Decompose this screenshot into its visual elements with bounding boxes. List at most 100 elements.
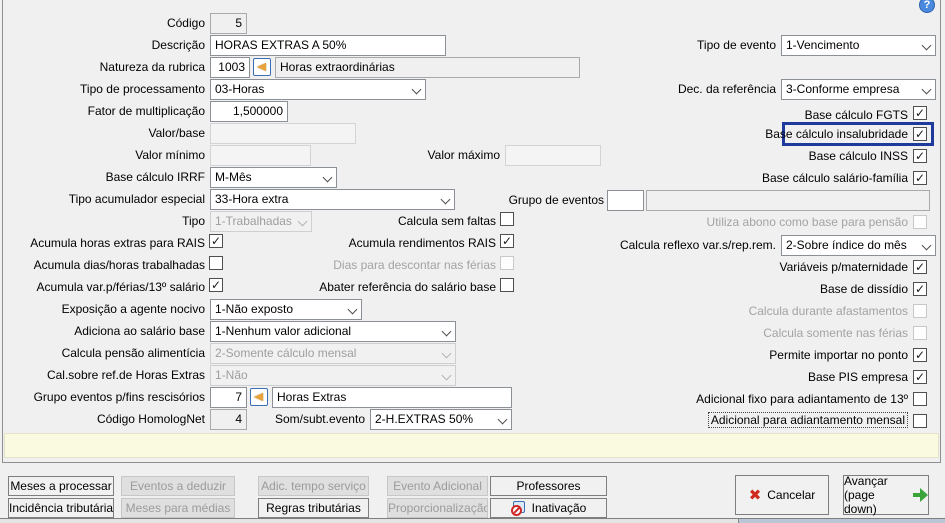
- dias-descontar-ferias-label: Dias para descontar nas férias: [333, 258, 496, 272]
- meses-para-medias-button: Meses para médias: [121, 498, 235, 518]
- codigo-homolognet-label: Código HomologNet: [96, 412, 205, 426]
- calcula-sem-faltas-checkbox[interactable]: [500, 212, 514, 226]
- dec-referencia-select[interactable]: 3-Conforme empresa: [781, 79, 936, 100]
- chevron-down-icon: [921, 84, 932, 95]
- calcula-afastamentos-checkbox: [913, 304, 927, 318]
- grupo-eventos-rescisorios-lookup-button[interactable]: [250, 388, 268, 406]
- tipo-processamento-label: Tipo de processamento: [80, 82, 205, 96]
- acumula-rendimentos-rais-checkbox[interactable]: ✓: [500, 234, 514, 248]
- regras-tributarias-button[interactable]: Regras tributárias: [258, 498, 369, 518]
- natureza-rubrica-description-field: Horas extraordinárias: [275, 57, 580, 78]
- help-icon[interactable]: ?: [919, 0, 935, 13]
- base-calculo-irrf-label: Base cálculo IRRF: [105, 170, 205, 184]
- base-dissidio-label: Base de dissídio: [819, 282, 908, 296]
- tipo-select: 1-Trabalhadas: [210, 211, 312, 232]
- pointing-hand-icon: [257, 63, 266, 71]
- acumula-var-ferias-13-checkbox[interactable]: ✓: [209, 278, 223, 292]
- abater-referencia-label: Abater referência do salário base: [319, 280, 496, 294]
- base-calculo-fgts-label: Base cálculo FGTS: [804, 108, 908, 122]
- calcula-afastamentos-label: Calcula durante afastamentos: [748, 304, 908, 318]
- base-calculo-inss-checkbox[interactable]: ✓: [913, 149, 927, 163]
- inativacao-button[interactable]: Inativação: [490, 498, 607, 518]
- calcula-somente-ferias-label: Calcula somente nas férias: [763, 326, 908, 340]
- dec-referencia-label: Dec. da referência: [677, 82, 776, 96]
- calcula-sem-faltas-label: Calcula sem faltas: [397, 214, 496, 228]
- chevron-down-icon: [322, 172, 333, 183]
- tipo-evento-select[interactable]: 1-Vencimento: [781, 35, 936, 56]
- cal-sobre-ref-select: 1-Não: [210, 365, 456, 386]
- cancelar-button[interactable]: ✖ Cancelar: [735, 475, 829, 515]
- abater-referencia-checkbox[interactable]: [500, 278, 514, 292]
- permite-importar-ponto-label: Permite importar no ponto: [769, 348, 908, 362]
- acumula-rendimentos-rais-label: Acumula rendimentos RAIS: [348, 236, 496, 250]
- adicional-fixo-13-label: Adicional fixo para adiantamento de 13º: [696, 392, 908, 406]
- valor-base-label: Valor/base: [148, 126, 205, 140]
- event-registration-form: ? Código 5 Descrição HORAS EXTRAS A 50% …: [0, 0, 945, 523]
- natureza-rubrica-lookup-button[interactable]: [253, 58, 271, 76]
- status-bar-left: [0, 518, 738, 523]
- adiciona-salario-base-label: Adiciona ao salário base: [74, 324, 205, 338]
- tipo-acumulador-select[interactable]: 33-Hora extra: [210, 189, 455, 210]
- adicional-fixo-13-checkbox[interactable]: [913, 392, 927, 406]
- adiciona-salario-base-select[interactable]: 1-Nenhum valor adicional: [210, 321, 456, 342]
- forward-arrow-icon: [912, 488, 928, 502]
- proporcionalizacao-button: Proporcionalização: [387, 498, 488, 518]
- descricao-field[interactable]: HORAS EXTRAS A 50%: [210, 35, 446, 56]
- acumula-dias-horas-label: Acumula dias/horas trabalhadas: [33, 258, 205, 272]
- adic-tempo-servico-button: Adic. tempo serviço: [258, 476, 369, 496]
- valor-base-field: [210, 123, 356, 144]
- base-calculo-salario-familia-checkbox[interactable]: ✓: [913, 171, 927, 185]
- chevron-down-icon: [441, 326, 452, 337]
- calcula-pensao-label: Calcula pensão alimentícia: [61, 346, 205, 360]
- natureza-rubrica-label: Natureza da rubrica: [99, 60, 205, 74]
- base-pis-empresa-label: Base PIS empresa: [807, 370, 908, 384]
- acumula-horas-extras-rais-label: Acumula horas extras para RAIS: [30, 236, 205, 250]
- calcula-pensao-select: 2-Somente cálculo mensal: [210, 343, 456, 364]
- cal-sobre-ref-label: Cal.sobre ref.de Horas Extras: [46, 368, 205, 382]
- adicional-adiantamento-mensal-label: Adicional para adiantamento mensal: [640, 412, 908, 428]
- status-bar-right: [738, 518, 945, 523]
- fator-multiplicacao-field[interactable]: 1,500000: [210, 101, 288, 122]
- avancar-button[interactable]: Avançar (page down): [843, 474, 929, 516]
- codigo-homolognet-field: 4: [210, 409, 247, 430]
- codigo-label: Código: [166, 16, 205, 30]
- chevron-down-icon: [441, 370, 452, 381]
- fator-multiplicacao-label: Fator de multiplicação: [87, 104, 205, 118]
- exposicao-agente-nocivo-select[interactable]: 1-Não exposto: [210, 299, 362, 320]
- calcula-reflexo-select[interactable]: 2-Sobre índice do mês: [781, 235, 936, 256]
- tipo-label: Tipo: [182, 214, 205, 228]
- chevron-down-icon: [440, 194, 451, 205]
- valor-minimo-field: [210, 145, 311, 166]
- grupo-eventos-rescisorios-code-field[interactable]: 7: [210, 387, 247, 408]
- chevron-down-icon: [411, 84, 422, 95]
- cancel-x-icon: ✖: [748, 486, 762, 504]
- incidencia-tributaria-button[interactable]: Incidência tributária: [8, 498, 114, 518]
- base-calculo-fgts-checkbox[interactable]: ✓: [913, 106, 927, 120]
- tipo-processamento-select[interactable]: 03-Horas: [210, 79, 426, 100]
- eventos-a-deduzir-button: Eventos a deduzir: [121, 476, 235, 496]
- grupo-eventos-code-field[interactable]: [607, 190, 644, 211]
- som-subt-evento-label: Som/subt.evento: [274, 412, 365, 426]
- acumula-var-ferias-13-label: Acumula var.p/férias/13º salário: [36, 280, 205, 294]
- grupo-eventos-label: Grupo de eventos: [508, 193, 604, 207]
- base-calculo-insalubridade-checkbox[interactable]: ✓: [913, 127, 927, 141]
- adicional-adiantamento-mensal-checkbox[interactable]: [913, 414, 927, 428]
- natureza-rubrica-code-field[interactable]: 1003: [210, 57, 250, 78]
- som-subt-evento-select[interactable]: 2-H.EXTRAS 50%: [370, 409, 512, 430]
- chevron-down-icon: [441, 348, 452, 359]
- acumula-dias-horas-checkbox[interactable]: [209, 256, 223, 270]
- valor-maximo-field: [505, 145, 601, 166]
- meses-a-processar-button[interactable]: Meses a processar: [8, 476, 114, 496]
- grupo-eventos-rescisorios-description-field: Horas Extras: [272, 387, 512, 408]
- acumula-horas-extras-rais-checkbox[interactable]: ✓: [209, 234, 223, 248]
- chevron-down-icon: [347, 304, 358, 315]
- codigo-field: 5: [210, 13, 247, 34]
- professores-button[interactable]: Professores: [490, 476, 607, 496]
- base-calculo-irrf-select[interactable]: M-Mês: [210, 167, 337, 188]
- base-dissidio-checkbox[interactable]: ✓: [913, 282, 927, 296]
- variaveis-maternidade-checkbox[interactable]: ✓: [913, 260, 927, 274]
- tipo-evento-label: Tipo de evento: [697, 38, 776, 52]
- valor-maximo-label: Valor máximo: [427, 148, 500, 162]
- base-pis-empresa-checkbox[interactable]: ✓: [913, 370, 927, 384]
- permite-importar-ponto-checkbox[interactable]: ✓: [913, 348, 927, 362]
